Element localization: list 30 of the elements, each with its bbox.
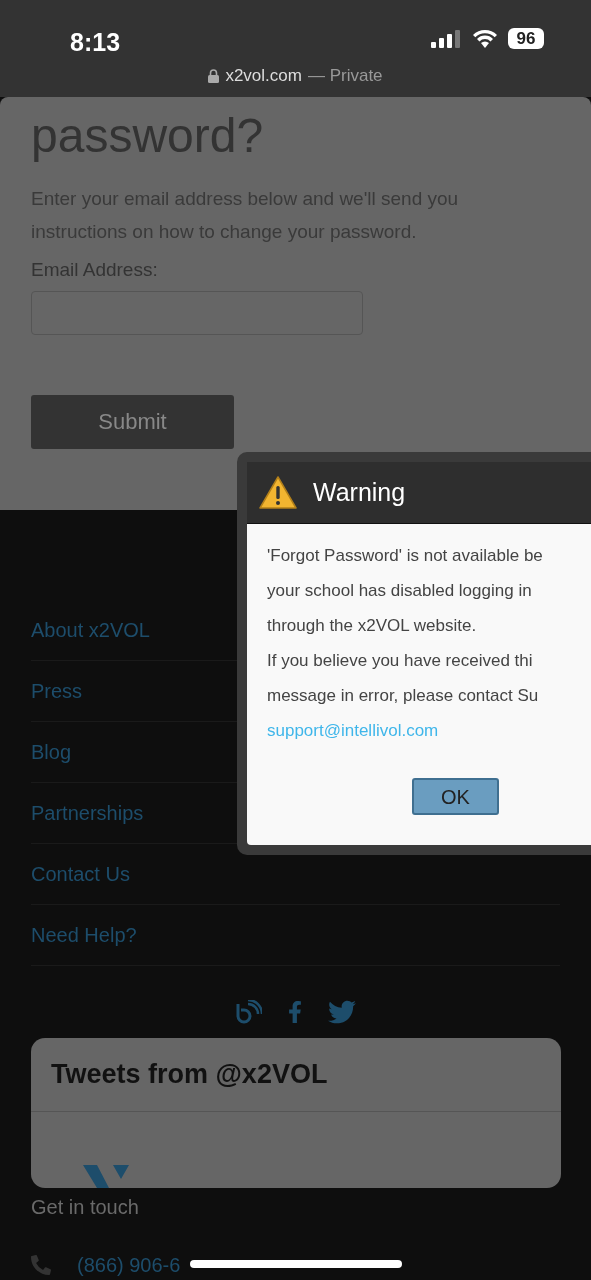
contact-heading: Get in touch xyxy=(31,1195,140,1220)
support-email-link[interactable]: support@intellivol.com xyxy=(267,713,439,748)
footer-link[interactable]: Blog xyxy=(31,737,72,767)
private-label: — Private xyxy=(307,65,383,87)
message-line: 'Forgot Password' is not available be xyxy=(267,545,544,567)
clock: 8:13 xyxy=(70,27,121,58)
lock-icon xyxy=(208,68,220,83)
signal-icon xyxy=(431,30,461,48)
tweets-title: Tweets from @x2VOL xyxy=(51,1058,328,1092)
submit-button[interactable]: Submit xyxy=(31,394,234,449)
phone-icon xyxy=(31,1255,51,1275)
message-line: If you believe you have received thi xyxy=(267,650,534,672)
blog-icon[interactable] xyxy=(235,1000,262,1024)
footer-link[interactable]: Partnerships xyxy=(31,798,144,828)
footer-link[interactable]: Contact Us xyxy=(31,859,130,889)
wifi-icon xyxy=(472,28,498,48)
twitter-icon[interactable] xyxy=(327,998,356,1026)
ok-button[interactable]: OK xyxy=(412,778,499,815)
message-line: your school has disabled logging in xyxy=(267,580,533,602)
logo-icon xyxy=(83,1165,129,1188)
address-text[interactable]: x2vol.com xyxy=(225,63,302,89)
warning-icon xyxy=(259,476,297,509)
footer-link[interactable]: Press xyxy=(31,676,83,706)
phone-number[interactable]: (866) 906-6 xyxy=(77,1250,181,1280)
message-line: through the x2VOL website. xyxy=(267,615,478,637)
footer-link[interactable]: Need Help? xyxy=(31,920,137,950)
footer-link[interactable]: About x2VOL xyxy=(31,615,150,645)
dialog-title: Warning xyxy=(313,476,406,508)
message-line: message in error, please contact Su xyxy=(267,685,540,707)
battery-indicator: 96 xyxy=(508,28,544,49)
